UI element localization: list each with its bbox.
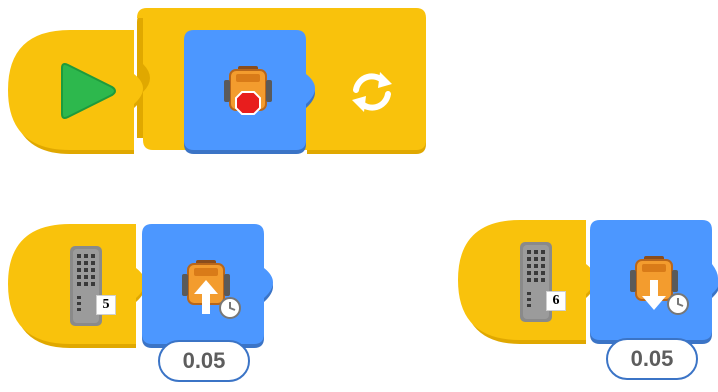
remote-channel-label: 6 [546, 291, 566, 311]
robot-backward-icon [630, 256, 692, 318]
remote-hat-block[interactable]: 5 [8, 224, 160, 350]
robot-forward-block[interactable] [142, 224, 282, 350]
green-flag-play-icon [56, 62, 118, 120]
robot-forward-icon [182, 260, 244, 322]
duration-input[interactable]: 0.05 [158, 340, 250, 382]
robot-backward-block[interactable] [590, 220, 718, 346]
remote-hat-block[interactable]: 6 [458, 220, 610, 346]
duration-input[interactable]: 0.05 [606, 338, 698, 380]
robot-stop-block[interactable] [184, 30, 334, 156]
start-hat-block[interactable] [8, 30, 158, 156]
forever-loop-icon [350, 70, 394, 114]
robot-stop-icon [224, 66, 272, 118]
remote-channel-label: 5 [96, 295, 116, 315]
